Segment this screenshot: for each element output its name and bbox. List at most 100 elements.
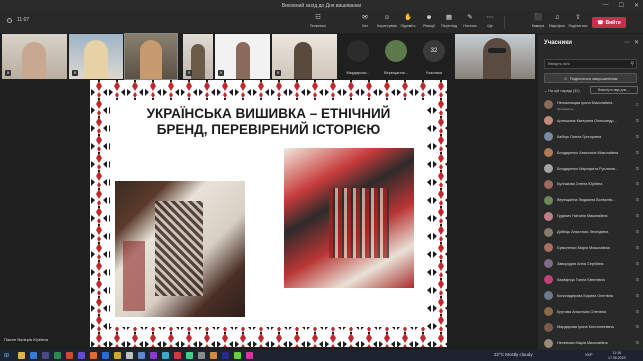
participant-row[interactable]: Бондаренко Маргарита Русланів... ⦸ <box>538 161 643 177</box>
app-icon[interactable] <box>42 352 49 359</box>
leave-button[interactable]: ☎ Вийти <box>592 17 626 28</box>
app-icon[interactable] <box>174 352 181 359</box>
close-window-button[interactable]: ✕ <box>634 2 639 9</box>
view-button[interactable]: ▦ Перегляд <box>438 14 460 28</box>
teams-icon[interactable] <box>78 352 85 359</box>
more-button[interactable]: ⋯ Ще <box>479 14 501 28</box>
app-icon[interactable] <box>210 352 217 359</box>
app-icon[interactable] <box>162 352 169 359</box>
firefox-icon[interactable] <box>90 352 97 359</box>
participant-row[interactable]: Несвітова Марія Миколаївна ⦸ <box>538 335 643 351</box>
participant-row[interactable]: Гуданич Наталія Миколаївна ⦸ <box>538 208 643 224</box>
self-video-tile[interactable] <box>455 34 535 79</box>
phone-icon: ☎ <box>597 19 604 26</box>
presenter-name: Пікеле Валерія Юріївна <box>4 337 48 342</box>
app-icon[interactable] <box>54 352 61 359</box>
participant-row[interactable]: Верещагіна Людмила Всеволів... ⦸ <box>538 192 643 208</box>
word-icon[interactable] <box>102 352 109 359</box>
participant-row[interactable]: Крутова Анастасія Олегівна ⦸ <box>538 304 643 320</box>
share-invite-button[interactable]: ☺ Поділитися запрошенням <box>544 73 637 83</box>
more-options-icon[interactable]: ⋯ <box>624 39 630 46</box>
participant-row[interactable]: Мардарова Ірина Костянтинівна ⦸ <box>538 319 643 335</box>
participant-row[interactable]: Єрмоленко Марія Миколаївна ⦸ <box>538 240 643 256</box>
participant-row[interactable]: Артюшина Катерина Олександр... ⦸ <box>538 113 643 129</box>
video-tile[interactable]: ✕ <box>183 34 213 79</box>
chat-button[interactable]: ✉ Чат <box>354 14 376 28</box>
reactions-label: Реакції <box>423 24 435 28</box>
mic-off-icon: ⦸ <box>635 244 639 251</box>
language-indicator[interactable]: УКР <box>585 352 593 357</box>
mic-muted-icon: ✕ <box>5 70 11 76</box>
app-icon[interactable] <box>234 352 241 359</box>
avatar-tile[interactable]: Верещагіна... <box>378 34 414 79</box>
mic-off-icon: ⦸ <box>635 197 639 204</box>
overflow-participants-tile[interactable]: 32 Учасники <box>416 34 452 79</box>
chat-icon: ✉ <box>362 14 368 21</box>
app-icon[interactable] <box>138 352 145 359</box>
chrome-icon[interactable] <box>114 352 121 359</box>
slide-title-line-2: БРЕНД, ПЕРЕВІРЕНИЙ ІСТОРІЄЮ <box>156 122 381 137</box>
participant-row[interactable]: Дибець Анастасія Леонідівна ⦸ <box>538 224 643 240</box>
participant-row[interactable]: Непомнящая Ірина Миколаївна Організатор … <box>538 97 643 113</box>
participant-row[interactable]: Бондаренко Анастасія Миколаївна ⦸ <box>538 145 643 161</box>
grid-icon: ▦ <box>445 14 453 21</box>
avatar-tile[interactable]: Мардарохи... <box>340 34 376 79</box>
file-explorer-icon[interactable] <box>18 352 25 359</box>
meeting-timer-text: 11:07 <box>17 17 30 23</box>
app-icon[interactable] <box>186 352 193 359</box>
app-icon[interactable] <box>66 352 73 359</box>
participant-row[interactable]: Казімірчук Ганна Євгенівна ⦸ <box>538 272 643 288</box>
hand-icon: ✋ <box>403 14 413 21</box>
embroidered-shirt-photo <box>115 181 245 317</box>
mic-off-icon: ⦸ <box>635 292 639 299</box>
participant-row[interactable]: Завородня Анна Сергіївна ⦸ <box>538 256 643 272</box>
weather-widget[interactable]: 22°C Mostly cloudy <box>494 352 533 357</box>
toolbar-icon-0: ☷ <box>315 14 321 21</box>
reactions-button[interactable]: ☻ Реакції <box>418 14 440 28</box>
participant-name: Непомнящая Ірина Миколаївна <box>557 100 613 105</box>
video-tile[interactable]: ✕ <box>215 34 270 79</box>
raise-hand-button[interactable]: ✋ Підніміть <box>397 14 419 28</box>
app-icon[interactable] <box>126 352 133 359</box>
toolbar-button-0[interactable]: ☷ Пильніше <box>307 14 329 28</box>
avatar <box>544 322 553 332</box>
people-label: Користувачі <box>377 24 397 28</box>
view-label: Перегляд <box>441 24 457 28</box>
video-tile[interactable]: ✕ <box>69 34 123 79</box>
participant-search-input[interactable]: Введіть ім'я ⚲ <box>544 59 637 69</box>
avatar <box>544 275 553 285</box>
participant-row[interactable]: Кононадерова Карина Олегівна ⦸ <box>538 288 643 304</box>
app-icon[interactable] <box>246 352 253 359</box>
windows-start-icon[interactable]: ⊞ <box>4 352 9 359</box>
section-toggle[interactable]: ⌄ На цій нараді (32) <box>544 88 580 93</box>
avatar <box>544 307 553 317</box>
video-tile[interactable]: ✕ <box>272 34 337 79</box>
notes-button[interactable]: ✎ Нотатки <box>459 14 481 28</box>
shared-slide: УКРАЇНСЬКА ВИШИВКА – ЕТНІЧНИЙ БРЕНД, ПЕР… <box>90 80 447 347</box>
microphone-button[interactable]: ♫ Мікрофон <box>546 14 568 28</box>
window-titlebar: Виховний захід до Дня вишиванки — ☐ ✕ <box>0 0 643 11</box>
minimize-button[interactable]: — <box>603 2 609 9</box>
app-icon[interactable] <box>198 352 205 359</box>
people-button[interactable]: ☺ Користувачі <box>376 14 398 28</box>
avatar <box>544 164 553 173</box>
red-embroidery-photo <box>284 148 414 288</box>
more-label: Ще <box>487 24 493 28</box>
maximize-button[interactable]: ☐ <box>619 2 624 9</box>
mic-off-icon: ⦸ <box>635 340 639 347</box>
video-tile[interactable]: ✕ <box>2 34 67 79</box>
chevron-down-icon: ⌄ <box>544 89 548 93</box>
avatar <box>544 338 553 348</box>
share-button[interactable]: ⇧ Поділитися <box>567 14 589 28</box>
edge-icon[interactable] <box>30 352 37 359</box>
close-icon[interactable]: ✕ <box>634 39 639 46</box>
avatar <box>544 243 553 253</box>
app-icon[interactable] <box>150 352 157 359</box>
video-tile-speaking[interactable] <box>124 33 178 80</box>
system-clock[interactable]: 11:16 17.05.2023 <box>608 351 626 360</box>
participant-row[interactable]: Булгакова Олена Юріївна ⦸ <box>538 176 643 192</box>
mute-all-button[interactable]: Вимкнути звук для ... <box>590 86 638 94</box>
participant-row[interactable]: Кабчук Олена Григорівна ⦸ <box>538 129 643 145</box>
overflow-label: Учасники <box>425 71 443 75</box>
app-icon[interactable] <box>222 352 229 359</box>
